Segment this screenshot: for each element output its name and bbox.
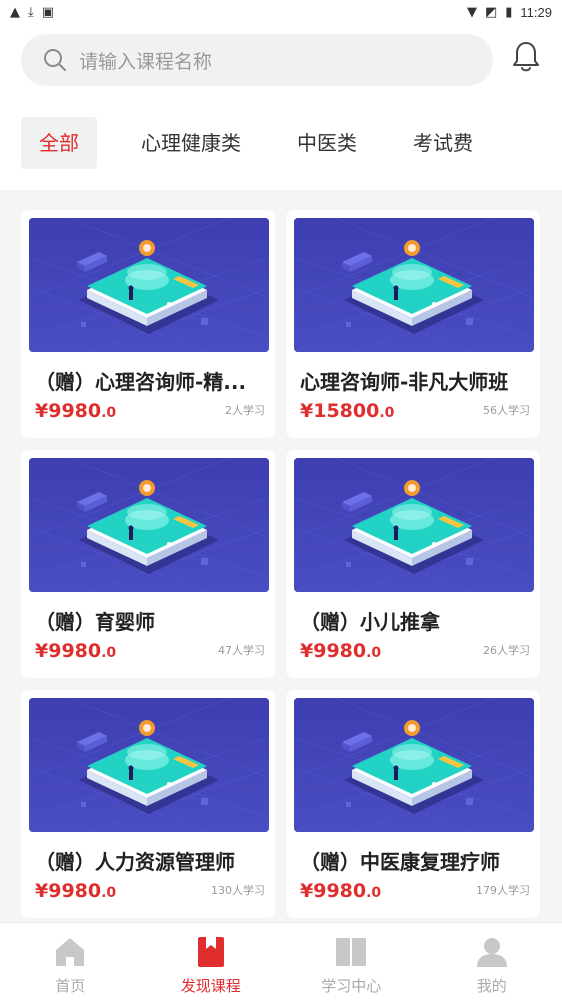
download-icon: ⤓ (28, 4, 34, 20)
isometric-book-illustration (29, 218, 269, 352)
course-title: （赠）育婴师 (35, 610, 155, 634)
price-amount: ¥9980 (300, 640, 367, 662)
wifi-icon: ▼ (466, 4, 477, 20)
tab-exam-fee[interactable]: 考试费 (401, 117, 485, 169)
nav-label: 发现课程 (180, 977, 241, 995)
price-decimal: .0 (101, 405, 117, 421)
status-bar: ▲ ⤓ ▣ ▼ ◩ ▮ 11:29 (0, 0, 562, 24)
price-amount: ¥15800 (300, 400, 380, 422)
course-title: （赠）人力资源管理师 (35, 850, 235, 874)
course-price: ¥9980.0 (35, 880, 116, 902)
signal-off-icon: ◩ (484, 4, 498, 20)
course-card[interactable]: （赠）小儿推拿 ¥9980.0 26人学习 (286, 450, 540, 678)
course-card[interactable]: （赠）人力资源管理师 ¥9980.0 130人学习 (21, 690, 275, 918)
nav-label: 首页 (55, 977, 86, 995)
tab-psychology[interactable]: 心理健康类 (129, 117, 253, 169)
course-price: ¥9980.0 (300, 880, 381, 902)
course-card[interactable]: （赠）中医康复理疗师 ¥9980.0 179人学习 (286, 690, 540, 918)
price-amount: ¥9980 (35, 880, 102, 902)
price-amount: ¥9980 (35, 640, 102, 662)
nav-label: 我的 (476, 977, 507, 995)
tab-all[interactable]: 全部 (21, 117, 97, 169)
course-card[interactable]: （赠）心理咨询师-精... ¥9980.0 2人学习 (21, 210, 275, 438)
isometric-book-illustration (294, 698, 534, 832)
nav-mine[interactable]: 我的 (422, 923, 562, 1000)
course-thumbnail (29, 698, 269, 832)
learner-count: 179人学习 (476, 884, 530, 897)
learner-count: 47人学习 (218, 644, 265, 657)
learner-count: 130人学习 (211, 884, 265, 897)
bookmark-book-icon (197, 937, 224, 967)
nav-discover-courses[interactable]: 发现课程 (141, 923, 282, 1000)
user-icon (476, 938, 507, 967)
isometric-book-illustration (294, 458, 534, 592)
open-book-icon (336, 938, 367, 966)
nav-study-center[interactable]: 学习中心 (281, 923, 422, 1000)
search-icon (44, 49, 66, 71)
bell-icon[interactable] (510, 40, 542, 74)
price-amount: ¥9980 (35, 400, 102, 422)
course-thumbnail (29, 458, 269, 592)
header: 请输入课程名称 (0, 24, 562, 96)
bottom-nav: 首页 发现课程 学习中心 我的 (0, 922, 562, 1000)
course-price: ¥9980.0 (300, 640, 381, 662)
price-decimal: .0 (366, 645, 382, 661)
course-price: ¥9980.0 (35, 640, 116, 662)
status-left: ▲ ⤓ ▣ (10, 6, 54, 19)
course-thumbnail (29, 218, 269, 352)
status-time: 11:29 (520, 4, 552, 20)
course-price: ¥9980.0 (35, 400, 116, 422)
status-right: ▼ ◩ ▮ 11:29 (467, 5, 552, 20)
course-title: （赠）心理咨询师-精... (35, 370, 247, 394)
category-tabs: 全部 心理健康类 中医类 考试费 (0, 96, 562, 190)
home-icon (56, 938, 85, 966)
price-amount: ¥9980 (300, 880, 367, 902)
warning-icon: ▲ (10, 4, 20, 20)
course-price: ¥15800.0 (300, 400, 394, 422)
course-card[interactable]: 心理咨询师-非凡大师班 ¥15800.0 56人学习 (286, 210, 540, 438)
nav-home[interactable]: 首页 (0, 923, 141, 1000)
course-thumbnail (294, 458, 534, 592)
isometric-book-illustration (294, 218, 534, 352)
price-decimal: .0 (101, 885, 117, 901)
price-decimal: .0 (366, 885, 382, 901)
course-card[interactable]: （赠）育婴师 ¥9980.0 47人学习 (21, 450, 275, 678)
isometric-book-illustration (29, 698, 269, 832)
price-decimal: .0 (101, 645, 117, 661)
learner-count: 26人学习 (483, 644, 530, 657)
search-input[interactable]: 请输入课程名称 (21, 34, 493, 86)
image-icon: ▣ (41, 4, 55, 20)
course-title: （赠）小儿推拿 (300, 610, 440, 634)
learner-count: 56人学习 (483, 404, 530, 417)
price-decimal: .0 (379, 405, 395, 421)
search-placeholder: 请输入课程名称 (79, 50, 213, 73)
course-title: （赠）中医康复理疗师 (300, 850, 500, 874)
course-thumbnail (294, 218, 534, 352)
isometric-book-illustration (29, 458, 269, 592)
tab-tcm[interactable]: 中医类 (285, 117, 369, 169)
learner-count: 2人学习 (225, 404, 265, 417)
course-title: 心理咨询师-非凡大师班 (300, 370, 509, 394)
nav-label: 学习中心 (321, 977, 382, 995)
course-thumbnail (294, 698, 534, 832)
battery-icon: ▮ (505, 4, 513, 20)
